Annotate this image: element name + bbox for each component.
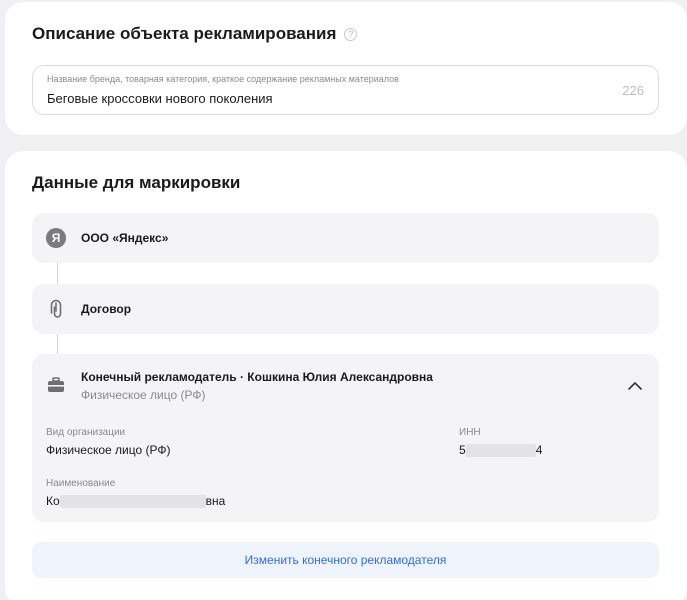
connector-line xyxy=(57,263,58,284)
advertiser-title: Конечный рекламодатель · Кошкина Юлия Ал… xyxy=(81,370,433,384)
brand-description-label: Название бренда, товарная категория, кра… xyxy=(47,74,399,84)
help-icon[interactable]: ? xyxy=(344,27,358,41)
advertiser-block: Конечный рекламодатель · Кошкина Юлия Ал… xyxy=(32,354,659,522)
name-end: вна xyxy=(205,494,226,508)
marking-card: Данные для маркировки Я ООО «Яндекс» Дог… xyxy=(5,151,687,600)
org-type-value: Физическое лицо (РФ) xyxy=(46,443,171,457)
description-card: Описание объекта рекламирования ? Назван… xyxy=(5,2,687,135)
inn-value: 54 xyxy=(459,443,543,458)
chevron-up-icon[interactable] xyxy=(627,378,643,394)
inn-label: ИНН xyxy=(459,427,481,438)
marking-title: Данные для маркировки xyxy=(32,173,241,192)
name-label: Наименование xyxy=(46,478,116,489)
description-title: Описание объекта рекламирования ? xyxy=(32,24,358,44)
redacted-blur xyxy=(59,495,206,509)
brand-description-field[interactable]: Название бренда, товарная категория, кра… xyxy=(32,65,659,115)
contract-block: Договор xyxy=(32,284,659,334)
brand-description-value[interactable]: Беговые кроссовки нового поколения xyxy=(47,91,273,106)
org-type-label: Вид организации xyxy=(46,427,126,438)
inn-start: 5 xyxy=(459,443,466,457)
connector-line xyxy=(57,334,58,354)
org-block: Я ООО «Яндекс» xyxy=(32,213,659,263)
yandex-logo-icon: Я xyxy=(46,228,66,248)
char-counter: 226 xyxy=(622,83,644,98)
redacted-blur xyxy=(465,444,536,458)
briefcase-icon xyxy=(46,375,66,395)
change-advertiser-button[interactable]: Изменить конечного рекламодателя xyxy=(32,542,659,578)
paperclip-icon xyxy=(46,299,66,319)
inn-end: 4 xyxy=(535,443,543,457)
name-start: Ко xyxy=(46,494,60,508)
yandex-logo-glyph: Я xyxy=(46,228,66,248)
org-label: ООО «Яндекс» xyxy=(81,231,169,245)
name-value: Ко вна xyxy=(46,494,226,509)
advertiser-subtitle: Физическое лицо (РФ) xyxy=(81,388,206,402)
description-title-text: Описание объекта рекламирования xyxy=(32,24,337,43)
contract-label: Договор xyxy=(81,302,132,316)
